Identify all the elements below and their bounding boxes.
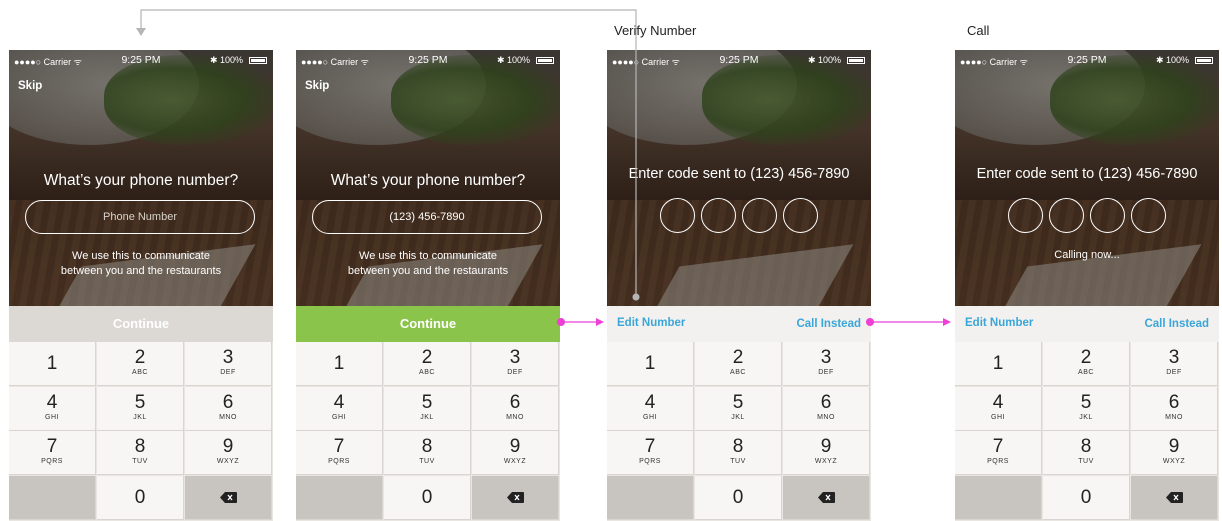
- connector-origin-dot: [632, 293, 640, 301]
- flow-connectors: [136, 9, 951, 326]
- edit-number-back-connector: [140, 9, 637, 297]
- arrowhead-icon: [596, 318, 604, 326]
- arrowhead-icon: [136, 28, 146, 36]
- arrowhead-icon: [943, 318, 951, 326]
